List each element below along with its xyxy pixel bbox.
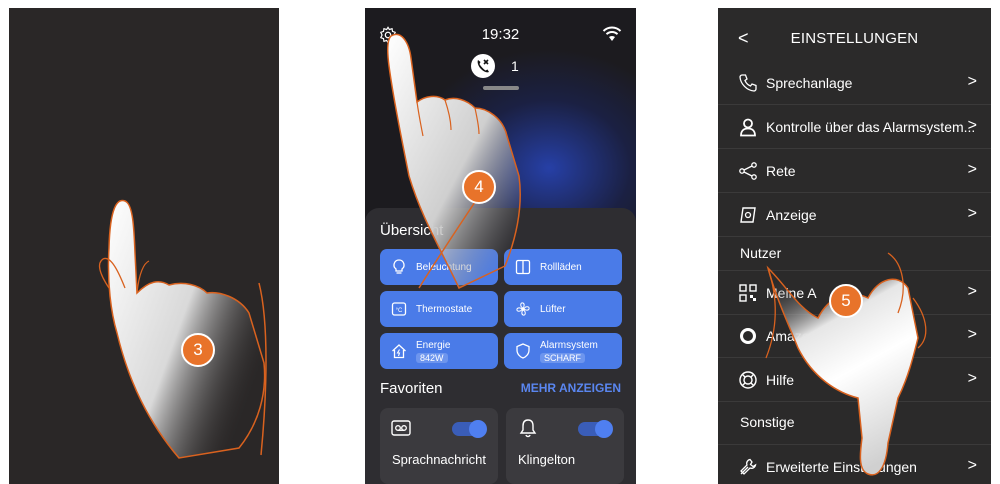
chevron-right-icon: > [967, 117, 977, 134]
clock: 19:32 [481, 26, 520, 43]
row-label: Amazon Alexa [766, 327, 856, 344]
home-screen: 19:32 1 Übersicht Beleuchtung Rollläden … [365, 8, 636, 484]
step-badge: 3 [181, 333, 215, 367]
thermostat-icon: °C [391, 302, 407, 316]
tile-label: Lüfter [540, 303, 566, 315]
chevron-right-icon: > [967, 73, 977, 90]
settings-screen: < EINSTELLUNGEN Sprechanlage > Kontrolle… [718, 8, 991, 484]
settings-row-amazon-alexa[interactable]: Amazon Alexa > [718, 314, 991, 358]
alexa-icon [740, 327, 756, 344]
share-icon [739, 161, 757, 180]
tile-rolllaeden[interactable]: Rollläden [504, 249, 622, 285]
missed-call-icon[interactable] [471, 54, 495, 78]
settings-row-alarm-control[interactable]: Kontrolle über das Alarmsystem... > [718, 105, 991, 149]
row-label: Erweiterte Einstellungen [766, 458, 917, 475]
tile-energie[interactable]: Energie 842W [380, 333, 498, 369]
show-more-link[interactable]: MEHR ANZEIGEN [521, 381, 621, 395]
tile-luefter[interactable]: Lüfter [504, 291, 622, 327]
tile-beleuchtung[interactable]: Beleuchtung [380, 249, 498, 285]
row-label: Anzeige [766, 206, 817, 223]
tile-alarmsystem[interactable]: Alarmsystem SCHARF [504, 333, 622, 369]
energy-icon [392, 344, 406, 359]
svg-text:°C: °C [396, 308, 403, 314]
bulb-icon [393, 259, 405, 274]
tile-label: Thermostate [416, 303, 473, 315]
chevron-right-icon: > [967, 205, 977, 222]
shutter-icon [515, 259, 531, 275]
settings-row-advanced[interactable]: Erweiterte Einstellungen > [718, 444, 991, 484]
row-label: Meine A [766, 284, 817, 301]
phone-icon [739, 73, 757, 92]
tile-label: Alarmsystem [540, 339, 598, 351]
chevron-right-icon: > [967, 457, 977, 474]
missed-call-count: 1 [511, 58, 519, 74]
tile-label: Energie [416, 339, 451, 351]
favorite-ringtone[interactable]: Klingelton [506, 408, 624, 484]
favorite-label: Klingelton [518, 452, 576, 467]
chevron-right-icon: > [967, 326, 977, 343]
bell-icon [519, 419, 537, 438]
energy-value: 842W [416, 352, 448, 363]
chevron-right-icon: > [967, 283, 977, 300]
settings-row-sprechanlage[interactable]: Sprechanlage > [718, 61, 991, 105]
user-icon [740, 118, 756, 136]
fan-icon [516, 302, 530, 316]
step-badge: 4 [462, 170, 496, 204]
wifi-icon [602, 26, 622, 41]
overview-title: Übersicht [380, 222, 444, 239]
pull-handle[interactable] [483, 86, 519, 90]
tile-thermostate[interactable]: °C Thermostate [380, 291, 498, 327]
shield-icon [516, 343, 530, 359]
row-label: Hilfe [766, 371, 795, 388]
chevron-right-icon: > [967, 370, 977, 387]
voicemail-toggle[interactable] [452, 420, 487, 438]
section-other: Sonstige [740, 414, 795, 430]
help-icon [739, 370, 757, 389]
tile-label: Rollläden [540, 261, 582, 273]
tap-hand-illustration [98, 199, 267, 459]
tile-label: Beleuchtung [416, 261, 472, 273]
favorites-title: Favoriten [380, 380, 443, 397]
section-users: Nutzer [740, 245, 782, 261]
page-title: EINSTELLUNGEN [790, 30, 919, 47]
alarm-status: SCHARF [540, 352, 586, 363]
qr-icon [739, 283, 757, 302]
row-label: Sprechanlage [766, 74, 853, 91]
voicemail-icon [391, 420, 411, 436]
wrench-icon [740, 458, 757, 475]
settings-row-hilfe[interactable]: Hilfe > [718, 358, 991, 402]
row-label: Rete [766, 162, 796, 179]
settings-row-anzeige[interactable]: Anzeige > [718, 193, 991, 237]
row-label: Kontrolle über das Alarmsystem... [766, 118, 976, 135]
chevron-right-icon: > [967, 161, 977, 178]
sleep-screen[interactable]: 3 [9, 8, 279, 484]
display-icon [740, 206, 756, 223]
favorite-label: Sprachnachricht [392, 452, 486, 467]
step-badge: 5 [829, 284, 863, 318]
settings-row-rete[interactable]: Rete > [718, 149, 991, 193]
ringtone-toggle[interactable] [578, 420, 613, 438]
favorite-voicemail[interactable]: Sprachnachricht [380, 408, 498, 484]
